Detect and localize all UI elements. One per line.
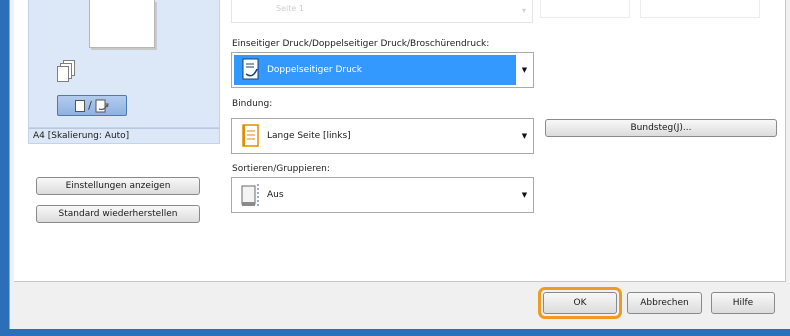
settings-page: / A4 [Skalierung: Auto] Einstellungen an… xyxy=(14,0,786,282)
collate-off-icon xyxy=(241,184,259,206)
slash-separator: / xyxy=(88,99,92,112)
duplex-toggle-button[interactable]: / xyxy=(57,95,127,116)
binding-label: Bindung: xyxy=(232,99,273,109)
binding-select[interactable]: Lange Seite [links] ▼ xyxy=(231,118,534,154)
binding-selected: Lange Seite [links] xyxy=(234,121,516,151)
print-mode-value: Doppelseitiger Druck xyxy=(267,65,362,75)
copies-stack-icon xyxy=(57,60,79,86)
duplex-page-icon xyxy=(95,99,109,112)
faded-field-left xyxy=(540,0,630,18)
show-settings-button[interactable]: Einstellungen anzeigen xyxy=(36,177,200,195)
collate-select[interactable]: Aus ▼ xyxy=(231,177,534,213)
binding-value: Lange Seite [links] xyxy=(267,131,351,141)
chevron-down-icon: ▾ xyxy=(521,6,526,15)
long-edge-binding-icon xyxy=(242,124,259,147)
single-page-icon xyxy=(75,99,86,112)
chevron-down-icon[interactable]: ▼ xyxy=(516,178,533,212)
ok-button[interactable]: OK xyxy=(543,292,617,314)
print-mode-selected: Doppelseitiger Druck xyxy=(234,55,516,85)
print-mode-select[interactable]: Doppelseitiger Druck ▼ xyxy=(231,52,534,88)
print-settings-dialog: / A4 [Skalierung: Auto] Einstellungen an… xyxy=(9,0,790,329)
collate-value: Aus xyxy=(267,190,284,200)
gutter-button[interactable]: Bundsteg(J)... xyxy=(545,119,777,137)
restore-defaults-button[interactable]: Standard wiederherstellen xyxy=(36,205,200,223)
chevron-down-icon[interactable]: ▼ xyxy=(516,119,533,153)
collate-label: Sortieren/Gruppieren: xyxy=(232,164,330,174)
cancel-button[interactable]: Abbrechen xyxy=(627,292,702,314)
page-layout-value: Seite 1 xyxy=(276,4,304,13)
duplex-print-icon xyxy=(242,58,259,80)
page-layout-combo[interactable]: Seite 1 ▾ xyxy=(231,0,533,23)
print-mode-label: Einseitiger Druck/Doppelseitiger Druck/B… xyxy=(232,39,490,49)
chevron-down-icon[interactable]: ▼ xyxy=(516,53,533,87)
page-preview-panel: / xyxy=(28,0,220,128)
collate-selected: Aus xyxy=(234,180,516,210)
help-button[interactable]: Hilfe xyxy=(711,292,775,314)
page-preview xyxy=(89,0,155,48)
paper-scale-label: A4 [Skalierung: Auto] xyxy=(28,128,220,144)
faded-field-right xyxy=(640,0,760,18)
